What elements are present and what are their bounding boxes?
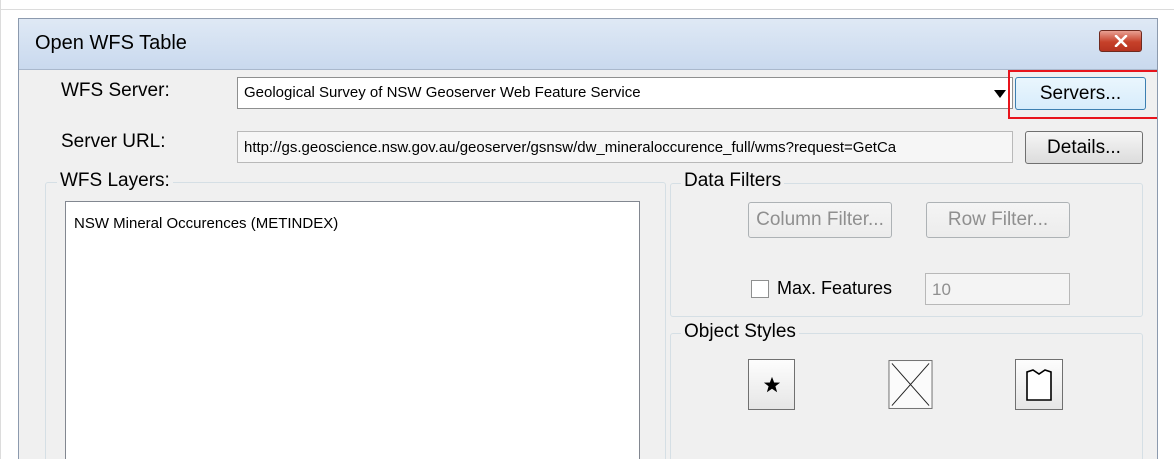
wfs-server-dropdown[interactable]: Geological Survey of NSW Geoserver Web F… [237, 77, 1013, 109]
outer-frame-top [0, 9, 1174, 10]
object-styles-title: Object Styles [681, 321, 799, 343]
line-style-icon [888, 360, 933, 409]
server-url-field[interactable]: http://gs.geoscience.nsw.gov.au/geoserve… [237, 131, 1013, 163]
region-style-button[interactable] [1015, 359, 1063, 410]
column-filter-button[interactable]: Column Filter... [748, 202, 892, 238]
max-features-value: 10 [932, 280, 951, 299]
close-x-icon [1114, 35, 1127, 47]
region-style-icon [1026, 368, 1052, 401]
details-button[interactable]: Details... [1025, 131, 1143, 164]
title-bar: Open WFS Table [19, 19, 1157, 70]
wfs-server-selected: Geological Survey of NSW Geoserver Web F… [244, 84, 641, 101]
max-features-checkbox[interactable] [751, 280, 769, 298]
point-symbol-icon [763, 376, 780, 392]
outer-frame-left [0, 0, 1, 459]
max-features-input[interactable]: 10 [925, 273, 1070, 305]
point-style-button[interactable] [748, 359, 795, 410]
wfs-layers-list[interactable]: NSW Mineral Occurences (METINDEX) [65, 201, 640, 459]
server-url-label: Server URL: [61, 131, 166, 152]
open-wfs-table-dialog: Open WFS Table WFS Server: Geological Su… [18, 18, 1158, 459]
max-features-label: Max. Features [777, 278, 893, 298]
close-button[interactable] [1099, 30, 1142, 52]
wfs-server-label: WFS Server: [61, 80, 170, 101]
line-style-button[interactable] [887, 359, 934, 410]
chevron-down-icon [994, 90, 1006, 98]
dialog-title: Open WFS Table [35, 32, 187, 54]
list-item[interactable]: NSW Mineral Occurences (METINDEX) [74, 215, 338, 232]
wfs-layers-title: WFS Layers: [57, 170, 173, 192]
row-filter-button[interactable]: Row Filter... [926, 202, 1070, 238]
server-url-value: http://gs.geoscience.nsw.gov.au/geoserve… [244, 139, 897, 156]
highlight-box [1008, 70, 1157, 119]
data-filters-title: Data Filters [681, 170, 785, 192]
data-filters-group [670, 183, 1143, 317]
